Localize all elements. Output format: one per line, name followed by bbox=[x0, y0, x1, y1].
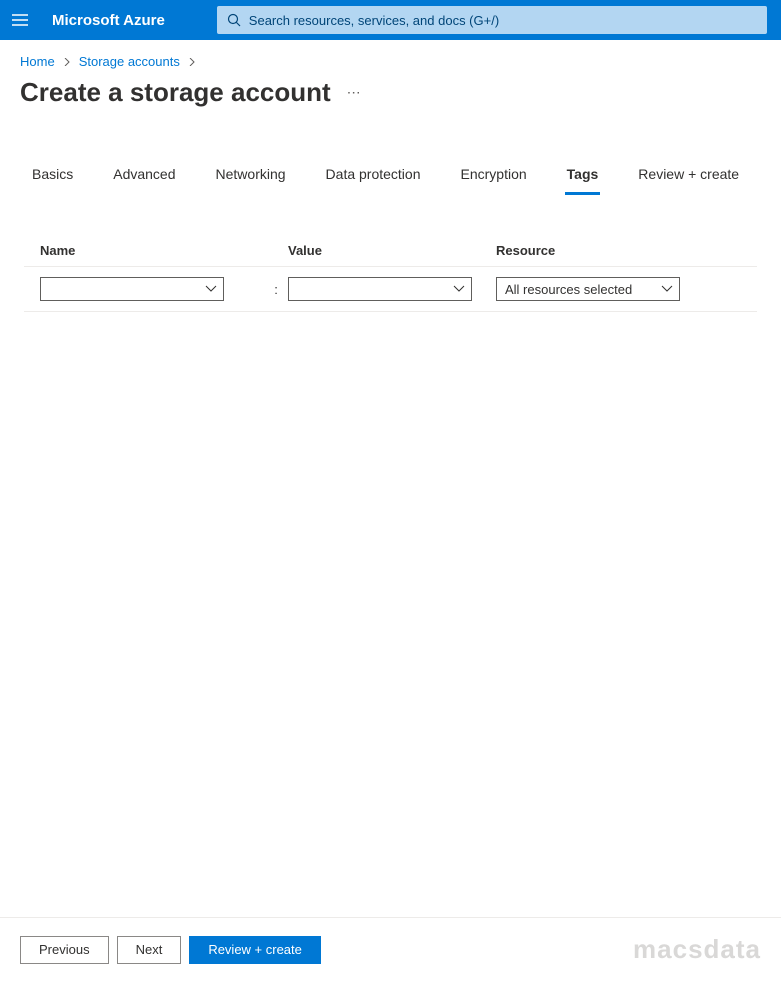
chevron-right-icon bbox=[188, 58, 196, 66]
breadcrumb: Home Storage accounts bbox=[0, 40, 781, 73]
tab-advanced[interactable]: Advanced bbox=[111, 158, 177, 195]
tag-row: : All resources selected bbox=[24, 267, 757, 312]
tab-encryption[interactable]: Encryption bbox=[459, 158, 529, 195]
tag-name-combobox[interactable] bbox=[40, 277, 224, 301]
tag-resource-combobox[interactable]: All resources selected bbox=[496, 277, 680, 301]
hamburger-menu-icon[interactable] bbox=[8, 8, 32, 32]
tags-header-row: Name Value Resource bbox=[24, 235, 757, 267]
page-title: Create a storage account bbox=[20, 77, 331, 108]
column-header-name: Name bbox=[40, 243, 264, 258]
previous-button[interactable]: Previous bbox=[20, 936, 109, 964]
more-actions-icon[interactable]: ⋯ bbox=[347, 84, 362, 101]
next-button[interactable]: Next bbox=[117, 936, 182, 964]
column-header-resource: Resource bbox=[496, 243, 741, 258]
wizard-tabs: Basics Advanced Networking Data protecti… bbox=[0, 158, 781, 195]
global-search[interactable] bbox=[217, 6, 767, 34]
tags-section: Name Value Resource : All resourc bbox=[0, 195, 781, 312]
tag-value-combobox[interactable] bbox=[288, 277, 472, 301]
tab-data-protection[interactable]: Data protection bbox=[324, 158, 423, 195]
tab-tags[interactable]: Tags bbox=[565, 158, 601, 195]
brand-title: Microsoft Azure bbox=[52, 12, 165, 29]
top-header: Microsoft Azure bbox=[0, 0, 781, 40]
page-title-bar: Create a storage account ⋯ bbox=[0, 73, 781, 128]
breadcrumb-storage-accounts[interactable]: Storage accounts bbox=[79, 54, 180, 69]
chevron-right-icon bbox=[63, 58, 71, 66]
review-create-button[interactable]: Review + create bbox=[189, 936, 321, 964]
search-input[interactable] bbox=[249, 13, 757, 28]
wizard-footer: Previous Next Review + create macsdata bbox=[0, 917, 781, 981]
chevron-down-icon bbox=[205, 285, 217, 293]
tab-basics[interactable]: Basics bbox=[30, 158, 75, 195]
breadcrumb-home[interactable]: Home bbox=[20, 54, 55, 69]
column-header-value: Value bbox=[288, 243, 496, 258]
tag-resource-value: All resources selected bbox=[505, 282, 632, 297]
colon-separator: : bbox=[264, 282, 288, 297]
tab-review-create[interactable]: Review + create bbox=[636, 158, 741, 195]
tab-networking[interactable]: Networking bbox=[214, 158, 288, 195]
search-icon bbox=[227, 13, 241, 27]
chevron-down-icon bbox=[453, 285, 465, 293]
chevron-down-icon bbox=[661, 285, 673, 293]
watermark-text: macsdata bbox=[633, 934, 761, 965]
